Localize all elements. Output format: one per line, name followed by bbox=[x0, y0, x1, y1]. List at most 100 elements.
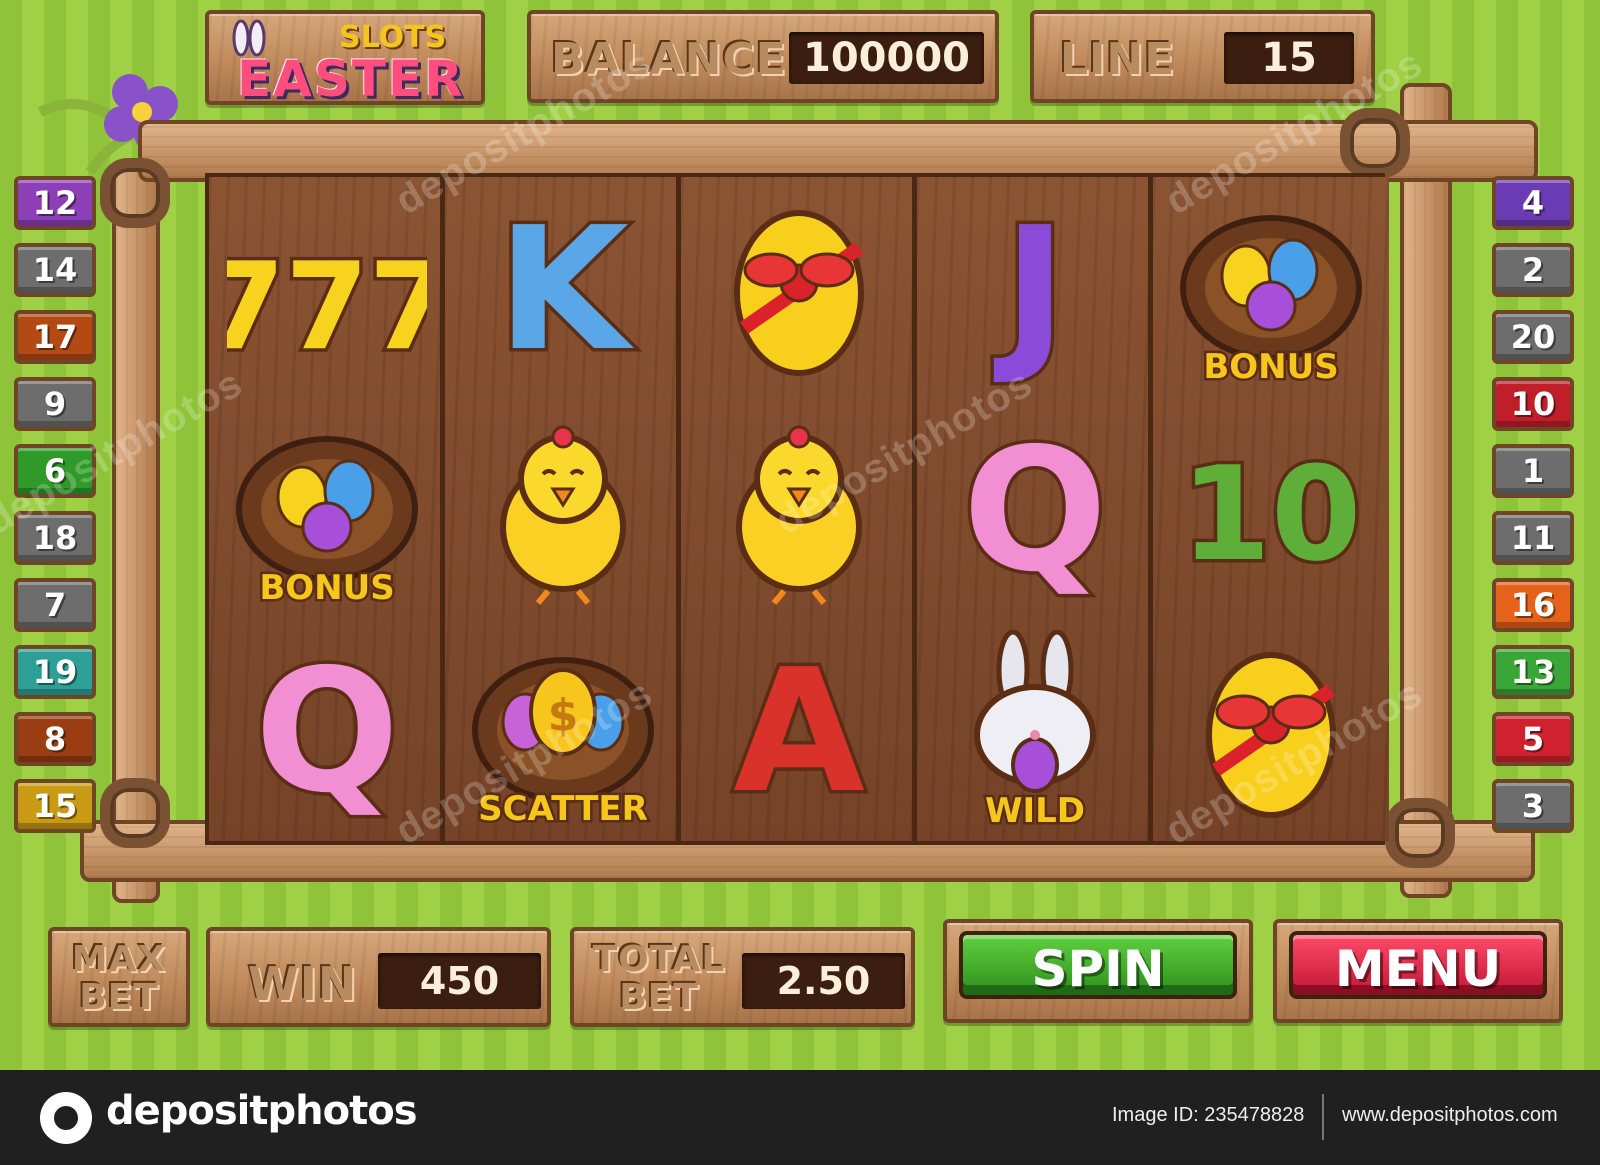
reel-column: A bbox=[681, 177, 917, 841]
balance-value: 100000 bbox=[789, 32, 984, 84]
symbol-glyph: Q bbox=[255, 633, 400, 830]
depositphotos-logo-icon bbox=[40, 1092, 92, 1144]
reels-area: 777 BONUS Q K $ SCATTER A J Q WILD BONUS 10 bbox=[205, 173, 1389, 845]
line-number-button[interactable]: 5 bbox=[1492, 712, 1574, 766]
reel-cell: A bbox=[681, 619, 917, 840]
ten-symbol-icon: 10 bbox=[1177, 434, 1365, 593]
symbol-glyph: K bbox=[497, 191, 634, 388]
reel-cell: $ SCATTER bbox=[445, 619, 681, 840]
symbol-glyph: 10 bbox=[1181, 438, 1362, 590]
line-number-button[interactable]: 10 bbox=[1492, 377, 1574, 431]
footer-brand: depositphotos bbox=[106, 1088, 418, 1134]
win-value: 450 bbox=[378, 953, 541, 1009]
rope-knot-icon bbox=[100, 778, 170, 848]
letter-symbol-icon: Q bbox=[251, 630, 403, 830]
bonus-nest-icon: BONUS bbox=[1180, 214, 1362, 388]
reel-cell: WILD bbox=[917, 619, 1153, 840]
balance-label: BALANCE bbox=[551, 34, 787, 85]
line-panel: LINE 15 bbox=[1030, 10, 1375, 103]
gift-egg-icon bbox=[734, 209, 864, 376]
line-number-button[interactable]: 18 bbox=[14, 511, 96, 565]
line-number-button[interactable]: 7 bbox=[14, 578, 96, 632]
stock-footer: depositphotos Image ID: 235478828 www.de… bbox=[0, 1070, 1600, 1165]
line-number-button[interactable]: 9 bbox=[14, 377, 96, 431]
total-bet-label-line2: BET bbox=[619, 977, 699, 1018]
reel-column: J Q WILD bbox=[917, 177, 1153, 841]
line-number-button[interactable]: 15 bbox=[14, 779, 96, 833]
line-number-button[interactable]: 4 bbox=[1492, 176, 1574, 230]
footer-url: www.depositphotos.com bbox=[1342, 1104, 1558, 1126]
line-number-button[interactable]: 8 bbox=[14, 712, 96, 766]
reel-cell: J bbox=[917, 177, 1153, 398]
line-number-button[interactable]: 16 bbox=[1492, 578, 1574, 632]
reel-column: K $ SCATTER bbox=[445, 177, 681, 841]
line-label: LINE bbox=[1060, 34, 1176, 85]
reel-cell bbox=[445, 398, 681, 619]
reel-frame: 777 BONUS Q K $ SCATTER A J Q WILD BONUS 10 bbox=[80, 83, 1538, 903]
total-bet-label: TOTAL BET bbox=[584, 941, 734, 1017]
total-bet-panel[interactable]: TOTAL BET 2.50 bbox=[570, 927, 915, 1027]
symbol-label: BONUS bbox=[1203, 347, 1338, 387]
line-number-button[interactable]: 11 bbox=[1492, 511, 1574, 565]
chick-icon bbox=[500, 425, 626, 605]
line-value: 15 bbox=[1224, 32, 1354, 84]
rope-knot-icon bbox=[1385, 798, 1455, 868]
reel-cell: 10 bbox=[1153, 398, 1389, 619]
logo-easter-word: EASTER bbox=[237, 50, 465, 108]
total-bet-value: 2.50 bbox=[742, 953, 905, 1009]
symbol-glyph: 777 bbox=[227, 238, 427, 377]
rope-knot-icon bbox=[1340, 108, 1410, 178]
menu-button[interactable]: MENU bbox=[1289, 931, 1547, 999]
line-number-button[interactable]: 20 bbox=[1492, 310, 1574, 364]
max-bet-button[interactable]: MAX BET bbox=[48, 927, 190, 1027]
line-number-button[interactable]: 1 bbox=[1492, 444, 1574, 498]
letter-symbol-icon: J bbox=[990, 188, 1070, 388]
frame-post-right bbox=[1400, 83, 1452, 898]
symbol-glyph: A bbox=[733, 633, 865, 830]
reel-cell: K bbox=[445, 177, 681, 398]
total-bet-label-line1: TOTAL bbox=[592, 939, 726, 980]
line-number-button[interactable]: 19 bbox=[14, 645, 96, 699]
footer-image-id: Image ID: 235478828 bbox=[1112, 1104, 1305, 1126]
reel-column: BONUS 10 bbox=[1153, 177, 1389, 841]
line-number-button[interactable]: 3 bbox=[1492, 779, 1574, 833]
bunny-wild-icon: WILD bbox=[974, 629, 1096, 830]
line-number-button[interactable]: 2 bbox=[1492, 243, 1574, 297]
symbol-glyph: Q bbox=[963, 412, 1108, 609]
max-bet-label-line2: BET bbox=[79, 977, 159, 1018]
line-number-button[interactable]: 14 bbox=[14, 243, 96, 297]
rope-knot-icon bbox=[100, 158, 170, 228]
symbol-label: WILD bbox=[985, 791, 1085, 830]
reel-column: 777 BONUS Q bbox=[209, 177, 445, 841]
bonus-nest-icon: BONUS bbox=[236, 435, 418, 609]
reel-cell: Q bbox=[209, 619, 445, 840]
line-number-button[interactable]: 6 bbox=[14, 444, 96, 498]
dollar-icon: $ bbox=[548, 690, 579, 741]
symbol-glyph: J bbox=[993, 191, 1066, 388]
line-number-button[interactable]: 12 bbox=[14, 176, 96, 230]
line-number-button[interactable]: 17 bbox=[14, 310, 96, 364]
seven-symbol-icon: 777 bbox=[227, 234, 427, 380]
reel-cell: BONUS bbox=[1153, 177, 1389, 398]
reel-cell: BONUS bbox=[209, 398, 445, 619]
reel-cell: Q bbox=[917, 398, 1153, 619]
game-logo: SLOTS EASTER bbox=[205, 10, 485, 108]
spin-button[interactable]: SPIN bbox=[959, 931, 1237, 999]
balance-panel: BALANCE 100000 bbox=[527, 10, 999, 103]
letter-symbol-icon: A bbox=[730, 630, 869, 830]
letter-symbol-icon: K bbox=[494, 188, 638, 388]
win-label: WIN bbox=[248, 957, 358, 1011]
max-bet-label: MAX BET bbox=[52, 941, 186, 1017]
max-bet-label-line1: MAX bbox=[71, 939, 167, 980]
gift-egg-icon bbox=[1206, 651, 1336, 818]
menu-button-holder: MENU bbox=[1273, 919, 1563, 1023]
symbol-label: SCATTER bbox=[478, 789, 648, 829]
line-number-button[interactable]: 13 bbox=[1492, 645, 1574, 699]
win-panel: WIN 450 bbox=[206, 927, 551, 1027]
scatter-nest-icon: $ SCATTER bbox=[472, 656, 654, 830]
reel-cell bbox=[681, 398, 917, 619]
footer-divider bbox=[1322, 1094, 1324, 1140]
spin-button-holder: SPIN bbox=[943, 919, 1253, 1023]
reel-cell bbox=[1153, 619, 1389, 840]
symbol-label: BONUS bbox=[259, 568, 394, 608]
